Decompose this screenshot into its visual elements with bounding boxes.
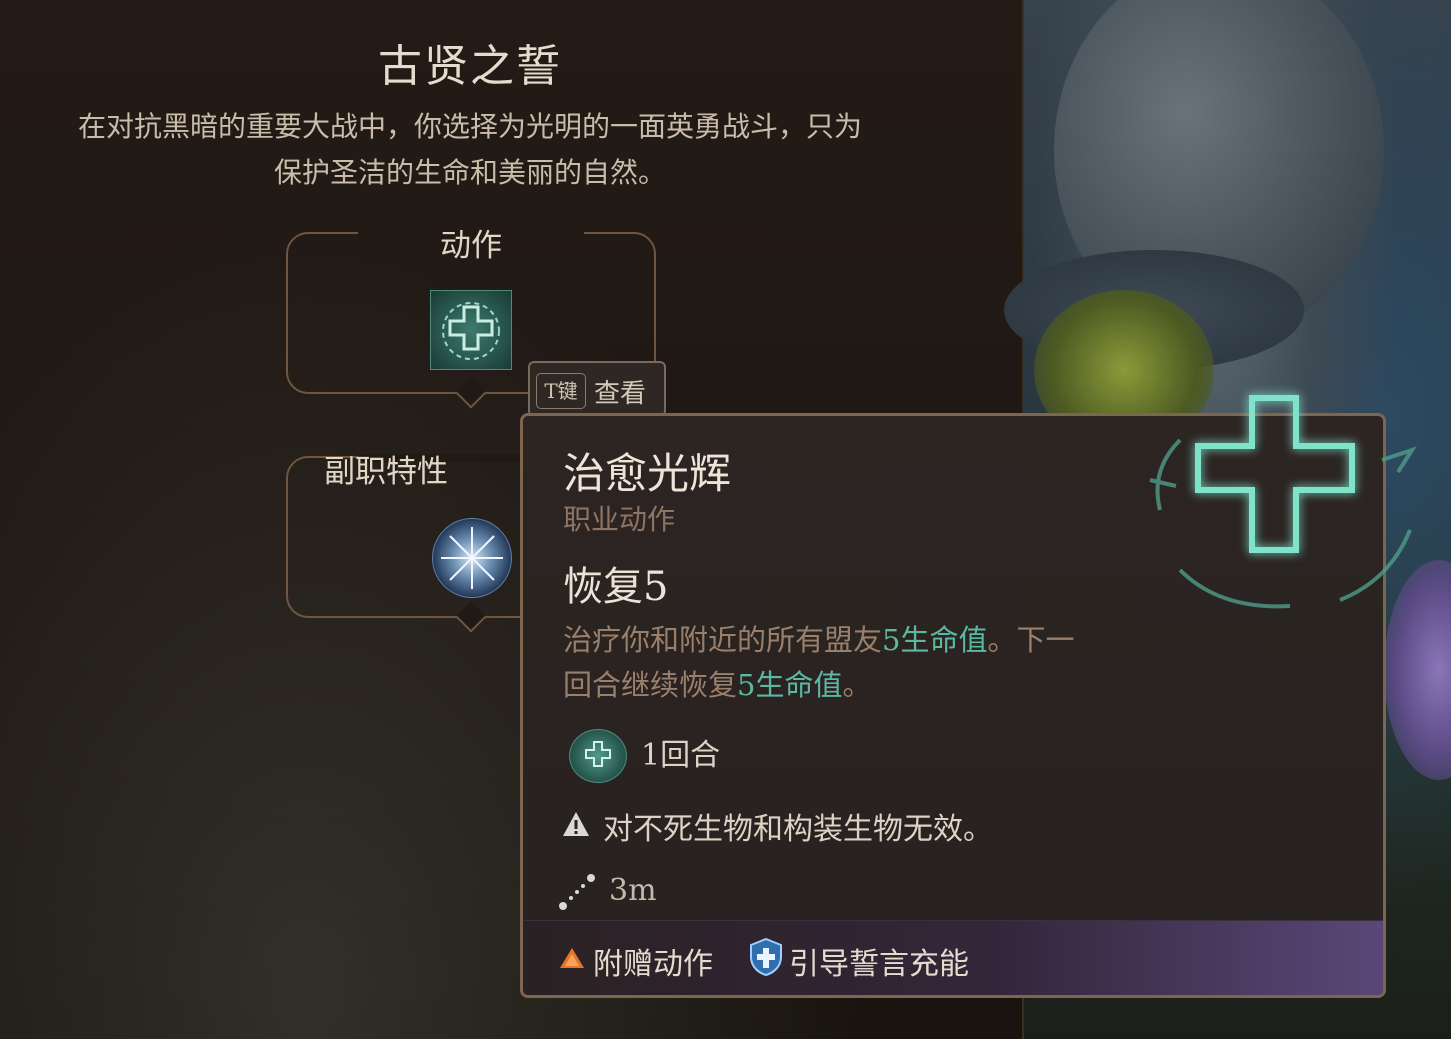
oath-description: 在对抗黑暗的重要大战中，你选择为光明的一面英勇战斗，只为 保护圣洁的生命和美丽的… xyxy=(10,104,930,196)
tooltip-spell-type: 职业动作 xyxy=(563,503,676,536)
tooltip-warning: 对不死生物和构装生物无效。 xyxy=(603,812,993,847)
subclass-feature-button[interactable] xyxy=(432,518,512,598)
inspect-hotkey-hint[interactable]: T键 查看 xyxy=(528,361,666,417)
healing-radiance-action-button[interactable] xyxy=(430,290,512,370)
radiant-star-icon xyxy=(441,527,503,589)
range-dots-icon xyxy=(559,874,595,910)
tooltip-range: 3m xyxy=(609,873,657,908)
oath-description-line1: 在对抗黑暗的重要大战中，你选择为光明的一面英勇战斗，只为 xyxy=(77,110,862,143)
bonus-action-cost: 附赠动作 xyxy=(593,947,713,982)
actions-section-label: 动作 xyxy=(440,228,502,264)
oath-title: 古贤之誓 xyxy=(378,41,562,92)
healing-radiance-emblem-icon xyxy=(1149,395,1417,609)
tooltip-effect-summary: 恢复5 xyxy=(563,564,669,610)
teal-cross-icon xyxy=(442,302,500,360)
description-text: 。 xyxy=(842,668,872,702)
tooltip-duration: 1回合 xyxy=(641,738,721,773)
channel-oath-cost: 引导誓言充能 xyxy=(789,947,969,982)
description-highlight: 5生命值 xyxy=(882,623,988,657)
tooltip-cost-footer: 附赠动作 引导誓言充能 xyxy=(523,920,1383,995)
duration-status-icon xyxy=(569,729,627,783)
hotkey-label: 查看 xyxy=(594,379,647,409)
oath-description-line2: 保护圣洁的生命和美丽的自然。 xyxy=(273,156,666,189)
description-highlight: 5生命值 xyxy=(737,668,843,702)
hotkey-key: T键 xyxy=(536,373,586,409)
tooltip-spell-name: 治愈光辉 xyxy=(563,449,732,498)
description-text: 治疗你和附近的所有盟友 xyxy=(563,623,883,657)
shield-cross-icon xyxy=(750,937,782,977)
warning-triangle-icon xyxy=(563,812,589,836)
tooltip-description: 治疗你和附近的所有盟友5生命值。下一回合继续恢复5生命值。 xyxy=(563,618,1103,708)
orange-triangle-icon xyxy=(560,948,584,968)
